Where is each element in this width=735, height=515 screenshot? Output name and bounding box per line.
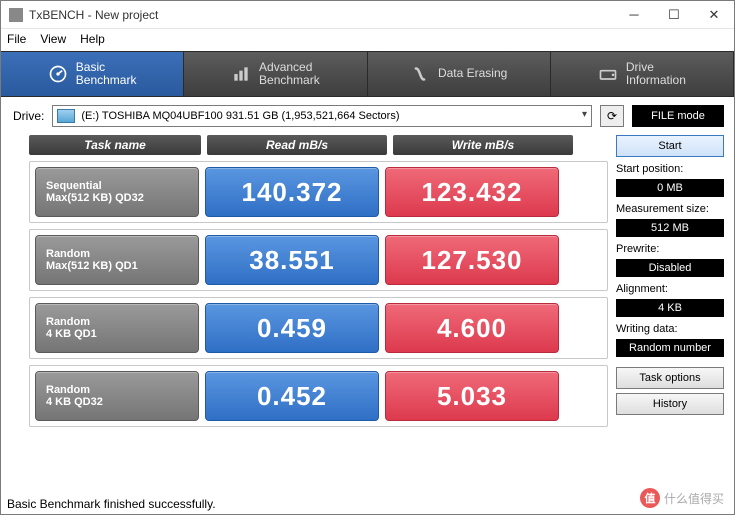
writing-data-value[interactable]: Random number [616, 339, 724, 357]
tab-advanced-benchmark[interactable]: Advanced Benchmark [184, 52, 367, 96]
close-button[interactable]: ✕ [694, 1, 734, 29]
drive-selected-text: (E:) TOSHIBA MQ04UBF100 931.51 GB (1,953… [81, 110, 399, 122]
watermark-icon: 值 [640, 488, 660, 508]
minimize-button[interactable]: ─ [614, 1, 654, 29]
refresh-button[interactable]: ⟳ [600, 105, 624, 127]
write-value: 4.600 [385, 303, 559, 353]
alignment-value[interactable]: 4 KB [616, 299, 724, 317]
watermark: 值 什么值得买 [640, 488, 724, 508]
header-read: Read mB/s [207, 135, 387, 155]
drive-label: Drive: [13, 109, 44, 123]
history-button[interactable]: History [616, 393, 724, 415]
refresh-icon: ⟳ [607, 109, 617, 123]
tab-label: Drive Information [626, 61, 686, 87]
table-row: Random 4 KB QD1 0.459 4.600 [29, 297, 608, 359]
read-value: 140.372 [205, 167, 379, 217]
task-options-button[interactable]: Task options [616, 367, 724, 389]
maximize-button[interactable]: ☐ [654, 1, 694, 29]
table-row: Random Max(512 KB) QD1 38.551 127.530 [29, 229, 608, 291]
window-title: TxBENCH - New project [29, 8, 158, 22]
hdd-icon [57, 109, 75, 123]
app-icon [9, 8, 23, 22]
benchmark-table: Task name Read mB/s Write mB/s Sequentia… [29, 135, 608, 433]
gauge-icon [48, 64, 68, 84]
menu-bar: File View Help [1, 29, 734, 49]
tab-label: Basic Benchmark [76, 61, 137, 87]
start-position-value[interactable]: 0 MB [616, 179, 724, 197]
sidebar: Start Start position: 0 MB Measurement s… [616, 135, 724, 433]
alignment-label: Alignment: [616, 283, 724, 295]
prewrite-label: Prewrite: [616, 243, 724, 255]
tab-bar: Basic Benchmark Advanced Benchmark Data … [1, 51, 734, 97]
write-value: 123.432 [385, 167, 559, 217]
menu-help[interactable]: Help [80, 32, 105, 46]
erase-icon [410, 64, 430, 84]
start-button[interactable]: Start [616, 135, 724, 157]
task-button[interactable]: Sequential Max(512 KB) QD32 [35, 167, 199, 217]
drive-icon [598, 64, 618, 84]
task-button[interactable]: Random 4 KB QD32 [35, 371, 199, 421]
header-write: Write mB/s [393, 135, 573, 155]
tab-label: Data Erasing [438, 67, 507, 80]
tab-drive-information[interactable]: Drive Information [551, 52, 734, 96]
prewrite-value[interactable]: Disabled [616, 259, 724, 277]
tab-basic-benchmark[interactable]: Basic Benchmark [1, 52, 184, 96]
menu-view[interactable]: View [40, 32, 66, 46]
menu-file[interactable]: File [7, 32, 26, 46]
start-position-label: Start position: [616, 163, 724, 175]
writing-data-label: Writing data: [616, 323, 724, 335]
drive-selector-row: Drive: (E:) TOSHIBA MQ04UBF100 931.51 GB… [1, 97, 734, 135]
table-row: Sequential Max(512 KB) QD32 140.372 123.… [29, 161, 608, 223]
measurement-size-value[interactable]: 512 MB [616, 219, 724, 237]
write-value: 127.530 [385, 235, 559, 285]
tab-label: Advanced Benchmark [259, 61, 320, 87]
read-value: 0.459 [205, 303, 379, 353]
header-task: Task name [29, 135, 201, 155]
read-value: 0.452 [205, 371, 379, 421]
table-row: Random 4 KB QD32 0.452 5.033 [29, 365, 608, 427]
tab-data-erasing[interactable]: Data Erasing [368, 52, 551, 96]
bars-icon [231, 64, 251, 84]
drive-select[interactable]: (E:) TOSHIBA MQ04UBF100 931.51 GB (1,953… [52, 105, 592, 127]
read-value: 38.551 [205, 235, 379, 285]
measurement-size-label: Measurement size: [616, 203, 724, 215]
title-bar: TxBENCH - New project ─ ☐ ✕ [1, 1, 734, 29]
task-button[interactable]: Random Max(512 KB) QD1 [35, 235, 199, 285]
status-bar: Basic Benchmark finished successfully. [7, 497, 216, 511]
file-mode-indicator[interactable]: FILE mode [632, 105, 724, 127]
write-value: 5.033 [385, 371, 559, 421]
task-button[interactable]: Random 4 KB QD1 [35, 303, 199, 353]
